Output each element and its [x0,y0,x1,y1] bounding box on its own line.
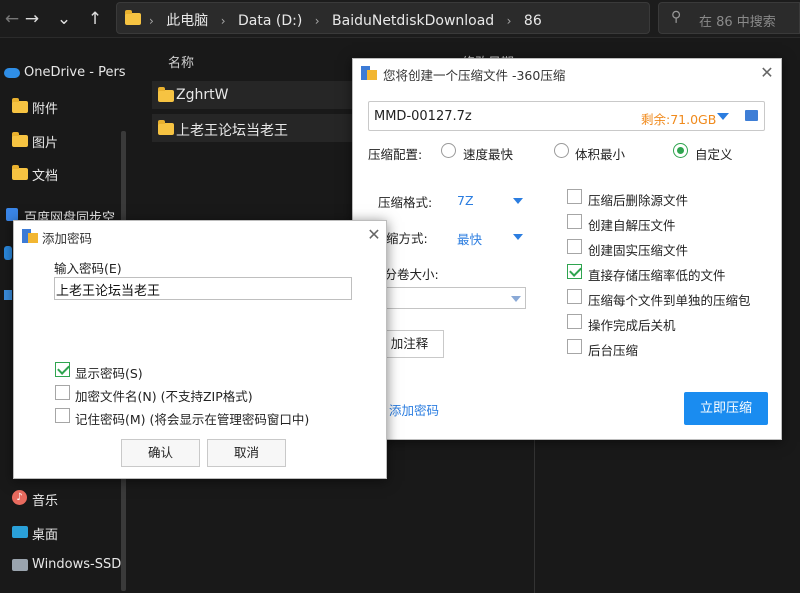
volume-size-select[interactable] [368,287,526,309]
search-box[interactable]: ⚲ 在 86 中搜索 [658,2,800,34]
dialog-titlebar: 您将创建一个压缩文件 -360压缩 ✕ [353,59,781,87]
dropdown-arrow-icon[interactable] [717,113,729,120]
radio-speed[interactable] [441,143,456,158]
sidebar-item-onedrive[interactable]: OneDrive - Pers [0,60,130,86]
compress-now-button[interactable]: 立即压缩 [684,392,768,425]
drive-icon [12,559,28,571]
breadcrumb-item[interactable]: Data (D:) [238,13,302,29]
cancel-button[interactable]: 取消 [207,439,286,467]
sidebar-item-desktop[interactable]: 桌面 [0,519,130,545]
sidebar-item-label: 图片 [32,136,59,151]
cloud-icon [4,68,20,78]
folder-icon [12,132,28,147]
file-name: ZghrtW [176,87,229,103]
sidebar-item-label: 音乐 [32,494,59,509]
archive-app-icon [361,66,377,80]
sidebar-item-label: OneDrive - Pers [24,65,126,80]
column-name[interactable]: 名称 [168,52,194,71]
sidebar-item-label: Windows-SSD [32,557,122,572]
music-icon: ♪ [12,490,27,505]
option-checkbox[interactable] [567,264,582,279]
breadcrumb-item[interactable]: BaiduNetdiskDownload [332,13,494,29]
password-input[interactable]: 上老王论坛当老王 [54,277,352,300]
dialog-title: 添加密码 [42,231,93,246]
radio-custom[interactable] [673,143,688,158]
close-icon[interactable]: ✕ [757,63,777,83]
method-select[interactable]: 最快 [457,229,482,248]
breadcrumb: › 此电脑 › Data (D:) › BaiduNetdiskDownload… [149,13,542,29]
option-checkbox[interactable] [567,314,582,329]
search-icon: ⚲ [671,9,682,25]
close-icon[interactable]: ✕ [364,225,384,245]
radio-custom-label[interactable]: 自定义 [695,144,733,163]
ok-button[interactable]: 确认 [121,439,200,467]
compress-dialog: 您将创建一个压缩文件 -360压缩 ✕ MMD-00127.7z 剩余:71.0… [352,58,782,440]
config-label: 压缩配置: [368,147,423,162]
archive-name: MMD-00127.7z [374,109,472,124]
archive-path-field[interactable]: MMD-00127.7z 剩余:71.0GB [368,101,765,131]
device-icon [4,290,12,300]
format-select[interactable]: 7Z [457,193,474,208]
option-label[interactable]: 创建自解压文件 [588,215,676,234]
password-label: 输入密码(E) [54,261,122,276]
option-checkbox[interactable] [567,239,582,254]
desktop-icon [12,526,28,538]
chevron-down-icon[interactable] [513,198,523,204]
method-label: 缩方式: [386,231,428,246]
recent-locations-button[interactable]: ⌄ [52,7,76,31]
forward-button[interactable]: → [20,7,44,31]
add-password-link[interactable]: 添加密码 [389,400,439,419]
archive-app-icon [22,229,38,243]
sync-icon [4,246,12,260]
radio-size[interactable] [554,143,569,158]
show-password-checkbox[interactable] [55,362,70,377]
show-password-label[interactable]: 显示密码(S) [75,363,143,382]
option-label[interactable]: 直接存储压缩率低的文件 [588,265,726,284]
option-checkbox[interactable] [567,214,582,229]
option-label[interactable]: 后台压缩 [588,340,638,359]
chevron-down-icon[interactable] [511,296,521,302]
free-space: 剩余:71.0GB [641,112,717,127]
folder-icon [158,120,174,135]
option-label[interactable]: 压缩后删除源文件 [588,190,688,209]
breadcrumb-item[interactable]: 86 [524,13,542,29]
browse-folder-icon[interactable] [745,110,758,121]
up-button[interactable]: ↑ [83,7,107,31]
search-placeholder: 在 86 中搜索 [699,15,776,30]
sidebar-item-label: 文档 [32,169,59,184]
sidebar-item-music[interactable]: ♪ 音乐 [0,485,130,511]
sidebar-item-documents[interactable]: 文档 [0,160,130,186]
option-checkbox[interactable] [567,189,582,204]
option-label[interactable]: 操作完成后关机 [588,315,676,334]
add-password-dialog: 添加密码 ✕ 输入密码(E) 上老王论坛当老王 显示密码(S) 加密文件名(N)… [13,220,387,479]
folder-icon [12,165,28,180]
radio-size-label[interactable]: 体积最小 [575,144,625,163]
remember-password-checkbox[interactable] [55,408,70,423]
file-name: 上老王论坛当老王 [176,123,288,139]
option-label[interactable]: 创建固实压缩文件 [588,240,688,259]
breadcrumb-item[interactable]: 此电脑 [166,13,208,29]
divider [534,440,535,593]
sidebar-item-label: 桌面 [32,528,59,543]
encrypt-filenames-checkbox[interactable] [55,385,70,400]
radio-speed-label[interactable]: 速度最快 [463,144,513,163]
encrypt-filenames-label[interactable]: 加密文件名(N) (不支持ZIP格式) [75,386,253,405]
chevron-down-icon[interactable] [513,234,523,240]
folder-icon [125,10,141,25]
option-checkbox[interactable] [567,289,582,304]
sidebar-item-pictures[interactable]: 图片 [0,127,130,153]
sidebar-item-label: 附件 [32,102,59,117]
folder-icon [158,87,174,102]
sidebar-item-attachments[interactable]: 附件 [0,93,130,119]
format-label: 压缩格式: [378,195,433,210]
folder-icon [12,98,28,113]
sidebar-item-windows-ssd[interactable]: Windows-SSD [0,552,130,578]
address-bar[interactable]: › 此电脑 › Data (D:) › BaiduNetdiskDownload… [116,2,751,34]
dialog-title: 您将创建一个压缩文件 -360压缩 [383,68,566,83]
explorer-toolbar: ← → ⌄ ↑ › 此电脑 › Data (D:) › BaiduNetdisk… [0,0,800,38]
option-checkbox[interactable] [567,339,582,354]
remember-password-label[interactable]: 记住密码(M) (将会显示在管理密码窗口中) [75,409,309,428]
option-label[interactable]: 压缩每个文件到单独的压缩包 [588,290,751,309]
